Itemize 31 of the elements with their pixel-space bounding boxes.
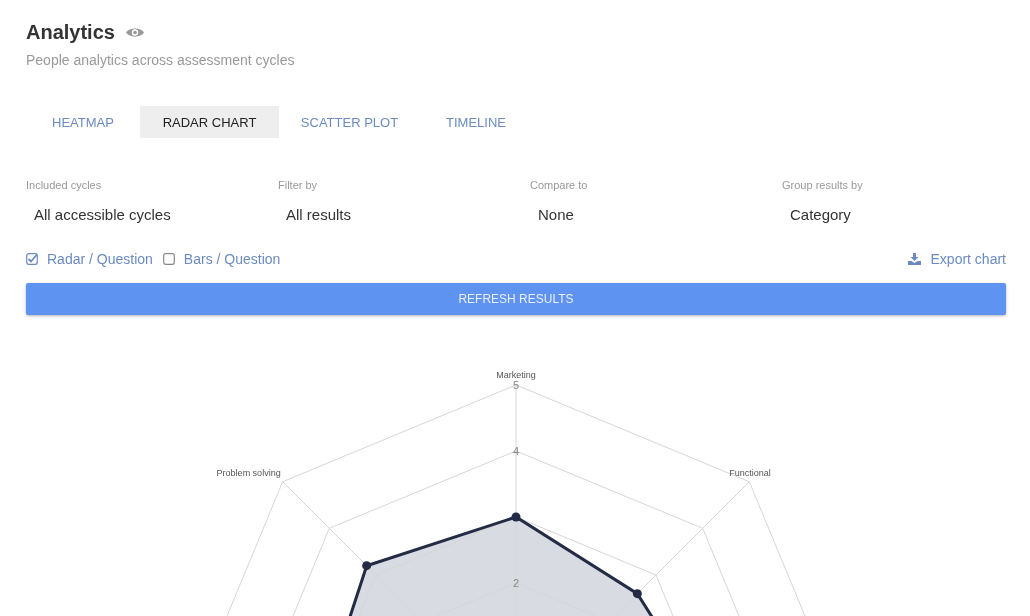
axis-label: Problem solving [216, 467, 281, 478]
tab[interactable]: SCATTER PLOT [279, 106, 420, 138]
page-subtitle: People analytics across assessment cycles [26, 52, 296, 68]
page-title: Analytics [26, 21, 115, 44]
tab[interactable]: TIMELINE [420, 106, 532, 138]
eye-icon[interactable] [124, 26, 145, 39]
axis-label: Functional [729, 467, 771, 478]
scale-label: 2 [512, 577, 520, 589]
filter-label: Compare to [530, 179, 588, 191]
filter-select[interactable]: All results [286, 204, 352, 225]
scale-label: 5 [512, 379, 520, 391]
download-icon [907, 253, 921, 265]
data-point [511, 512, 521, 522]
checked-checkbox[interactable] [26, 253, 38, 265]
scale-label: 4 [512, 445, 520, 457]
export-link[interactable]: Export chart [907, 251, 1006, 267]
checkbox-label[interactable]: Radar / Question [47, 251, 153, 267]
checkbox-label[interactable]: Bars / Question [183, 251, 281, 267]
filter-select[interactable]: Category [790, 204, 851, 225]
filter-label: Included cycles [26, 179, 102, 191]
checkbox[interactable] [162, 253, 175, 265]
filter-select[interactable]: All accessible cycles [34, 204, 171, 225]
data-point [632, 589, 642, 599]
refresh-button[interactable]: REFRESH RESULTS [26, 283, 1006, 315]
data-point [362, 561, 372, 571]
tab[interactable]: RADAR CHART [140, 106, 279, 138]
filter-label: Filter by [278, 179, 318, 191]
filter-label: Group results by [782, 179, 863, 191]
filter-select[interactable]: None [538, 204, 574, 225]
axis-label: Marketing [496, 370, 536, 380]
tab[interactable]: HEATMAP [26, 106, 140, 138]
